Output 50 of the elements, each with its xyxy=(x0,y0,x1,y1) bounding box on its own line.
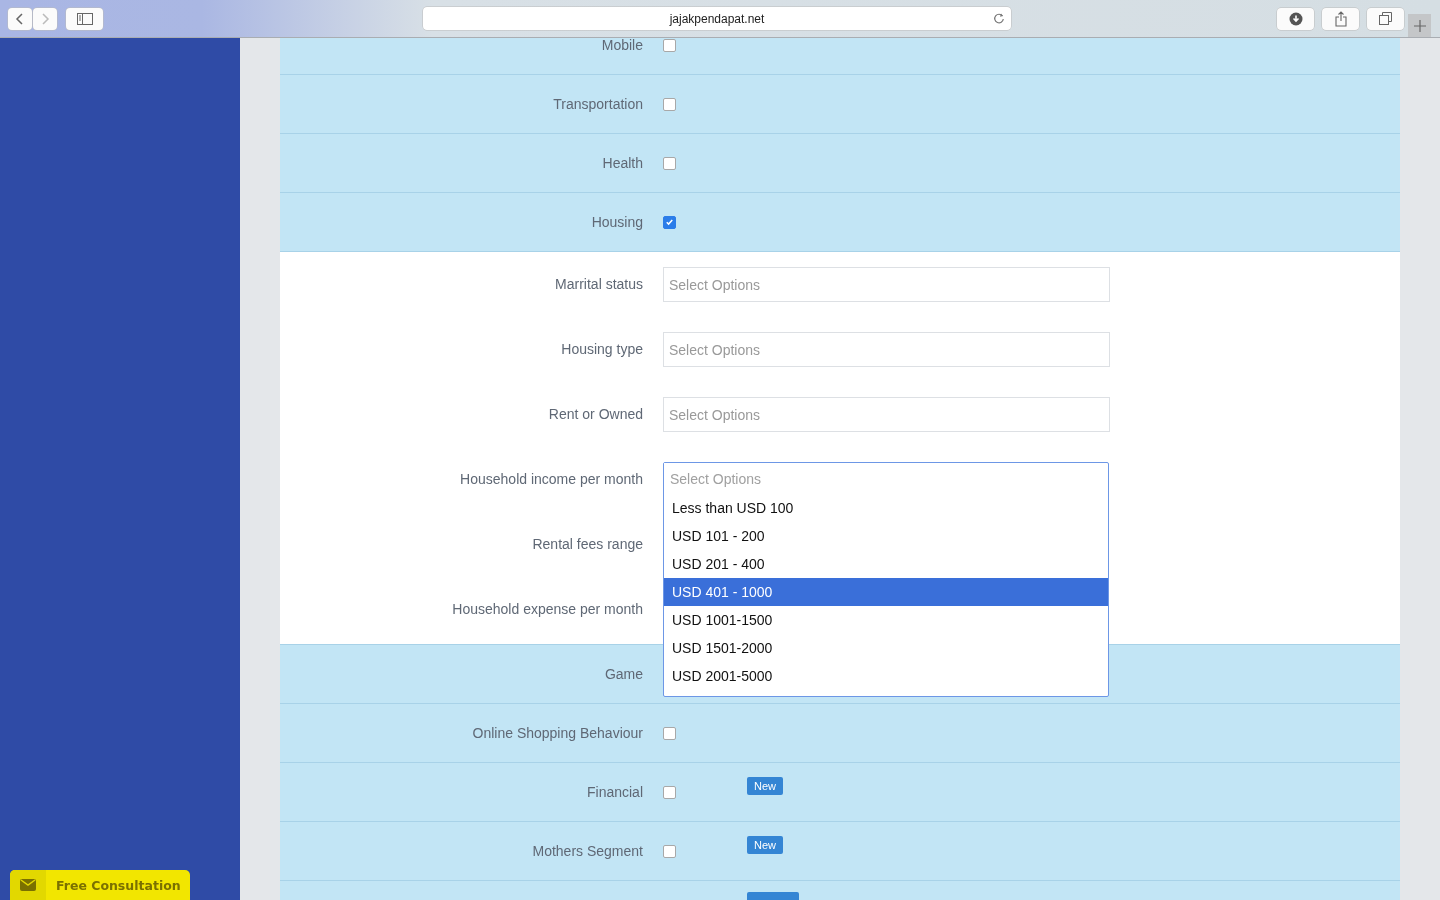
dropdown-option[interactable]: USD 1001-1500 xyxy=(664,606,1108,634)
new-badge: New xyxy=(747,836,783,854)
new-badge: New xyxy=(747,777,783,795)
plus-icon xyxy=(1413,19,1426,32)
checkbox[interactable] xyxy=(663,38,676,52)
checkbox[interactable] xyxy=(663,844,676,858)
tabs-icon xyxy=(1379,12,1392,25)
dropdown-option[interactable]: USD 2001-5000 xyxy=(664,662,1108,690)
dropdown-list[interactable]: Select Options Less than USD 100 USD 101 - 200 USD 201 - 400 USD 401 - 1000 USD 1001-1500 USD 1501-2000 USD 2001-5000 xyxy=(663,462,1109,697)
share-icon xyxy=(1334,10,1347,27)
download-icon xyxy=(1288,11,1303,26)
envelope-icon xyxy=(20,879,36,891)
chevron-left-icon xyxy=(15,11,25,26)
checkbox[interactable] xyxy=(663,97,676,111)
field-label: Game xyxy=(604,666,643,682)
field-label: Mothers Segment xyxy=(532,843,643,859)
checkbox[interactable] xyxy=(663,156,676,170)
chevron-right-icon xyxy=(40,11,50,26)
share-button[interactable] xyxy=(1322,7,1359,30)
address-bar[interactable]: jajakpendapat.net xyxy=(423,7,1011,30)
dropdown-option[interactable]: Less than USD 100 xyxy=(664,494,1108,522)
download-button[interactable] xyxy=(1277,7,1314,30)
field-label: Marrital status xyxy=(554,275,643,294)
dropdown-option[interactable]: USD 401 - 1000 xyxy=(664,578,1108,606)
tabs-button[interactable] xyxy=(1367,7,1404,30)
new-tab-button[interactable] xyxy=(1408,14,1431,37)
dropdown-option[interactable]: USD 101 - 200 xyxy=(664,522,1108,550)
field-label: Transportation xyxy=(552,96,643,112)
field-label: Rent or Owned xyxy=(547,405,643,424)
checkbox[interactable] xyxy=(663,785,676,799)
field-label: Household income per month xyxy=(459,470,643,489)
field-label: Household expense per month xyxy=(451,600,643,619)
free-consultation-button[interactable]: Free Consultation xyxy=(10,870,190,900)
checkbox[interactable] xyxy=(663,726,676,740)
field-label: Financial xyxy=(586,784,643,800)
forward-button[interactable] xyxy=(33,7,57,30)
reload-icon[interactable] xyxy=(993,12,1005,24)
field-label: Rental fees range xyxy=(531,535,643,554)
dropdown-option[interactable]: USD 201 - 400 xyxy=(664,550,1108,578)
field-label: Health xyxy=(601,155,643,171)
url-text: jajakpendapat.net xyxy=(669,11,765,26)
field-label: Housing xyxy=(590,214,643,230)
field-label: Housing type xyxy=(560,340,643,359)
sidebar-icon xyxy=(76,12,93,25)
field-label: Online Shopping Behaviour xyxy=(472,725,643,741)
sidebar-button[interactable] xyxy=(66,7,103,30)
dropdown-option[interactable]: USD 1501-2000 xyxy=(664,634,1108,662)
back-button[interactable] xyxy=(8,7,32,30)
field-label: Mobile xyxy=(600,38,643,53)
checkbox[interactable] xyxy=(663,215,676,229)
